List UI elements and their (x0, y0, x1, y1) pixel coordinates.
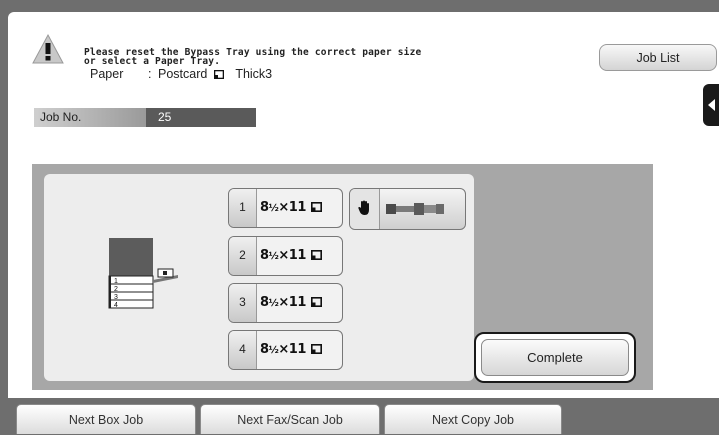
job-number-bar: Job No. 25 (34, 108, 256, 127)
tray-4-button[interactable]: 4 8½×11 (228, 330, 343, 370)
bypass-paper-size-icon (386, 203, 444, 215)
bypass-tray-button[interactable] (349, 188, 466, 230)
triangle-left-icon (708, 99, 715, 111)
machine-diagram-icon: 1 2 3 4 (108, 238, 178, 309)
tray-size-fraction: ½ (268, 298, 279, 309)
job-list-button[interactable]: Job List (599, 44, 717, 71)
warning-message-line-2: or select a Paper Tray. (84, 56, 221, 67)
complete-button-frame: Complete (474, 332, 636, 383)
tray-paper-size: 8½×11 (260, 284, 322, 322)
tray-size-fraction: ½ (268, 203, 279, 214)
machine-tray-label-4: 4 (114, 302, 118, 309)
bypass-hand-area (350, 189, 380, 229)
paper-orientation-icon (310, 250, 322, 260)
paper-label: Paper (90, 67, 124, 81)
paper-orientation-icon (310, 344, 322, 354)
next-fax-scan-job-tab[interactable]: Next Fax/Scan Job (200, 404, 380, 434)
warning-icon (32, 33, 64, 64)
paper-orientation-icon (310, 297, 322, 307)
tray-size-fraction: ½ (268, 251, 279, 262)
tray-number: 4 (229, 331, 257, 369)
tray-size-fraction: ½ (268, 345, 279, 356)
next-copy-job-tab[interactable]: Next Copy Job (384, 404, 562, 434)
tray-3-button[interactable]: 3 8½×11 (228, 283, 343, 323)
tray-size-b: ×11 (278, 342, 306, 357)
paper-size: Postcard (158, 67, 208, 81)
tray-number: 2 (229, 237, 257, 275)
paper-type: Thick3 (235, 67, 273, 81)
tray-size-b: ×11 (278, 295, 306, 310)
tray-size-b: ×11 (278, 200, 306, 215)
machine-tray-label-1: 1 (114, 278, 118, 285)
paper-separator: : (148, 67, 152, 81)
tray-number: 3 (229, 284, 257, 322)
side-panel-tab[interactable] (703, 84, 719, 126)
machine-tray-label-2: 2 (114, 286, 118, 293)
warning-message: Please reset the Bypass Tray using the c… (84, 48, 421, 67)
paper-orientation-icon (213, 70, 224, 79)
tray-paper-size: 8½×11 (260, 237, 322, 275)
tray-number: 1 (229, 189, 257, 227)
hand-icon (358, 200, 369, 215)
screen: Please reset the Bypass Tray using the c… (0, 0, 719, 434)
tray-size-a: 8 (260, 295, 269, 310)
tray-2-button[interactable]: 2 8½×11 (228, 236, 343, 276)
tray-size-b: ×11 (278, 248, 306, 263)
tray-size-a: 8 (260, 200, 269, 215)
tray-paper-size: 8½×11 (260, 331, 322, 369)
job-number-value: 25 (146, 108, 256, 127)
complete-button[interactable]: Complete (481, 339, 629, 376)
paper-orientation-icon (310, 202, 322, 212)
tray-1-button[interactable]: 1 8½×11 (228, 188, 343, 228)
machine-tray-label-3: 3 (114, 294, 118, 301)
next-box-job-tab[interactable]: Next Box Job (16, 404, 196, 434)
tray-paper-size: 8½×11 (260, 189, 322, 227)
paper-info: Paper: Postcard Thick3 (90, 67, 272, 81)
job-number-label: Job No. (34, 108, 146, 127)
tray-size-a: 8 (260, 248, 269, 263)
tray-size-a: 8 (260, 342, 269, 357)
